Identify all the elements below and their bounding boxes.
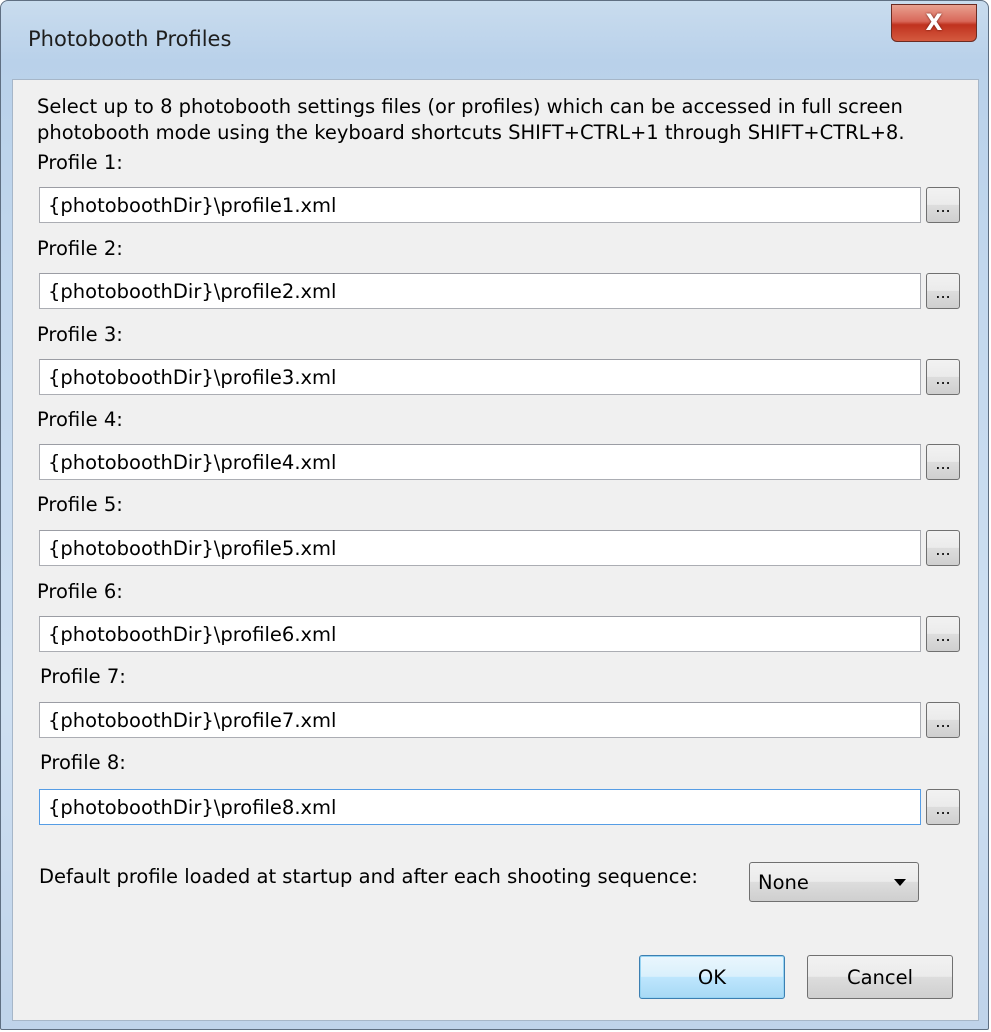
default-profile-selected-value: None (758, 871, 809, 894)
chevron-down-icon (894, 879, 906, 886)
close-button[interactable]: X (891, 4, 977, 42)
profile-2-label: Profile 2: (37, 237, 123, 260)
profile-1-label: Profile 1: (37, 151, 123, 174)
profile-6-path-input[interactable] (39, 616, 921, 652)
close-icon: X (925, 10, 943, 36)
profile-2-path-input[interactable] (39, 273, 921, 309)
profile-5-label: Profile 5: (37, 493, 123, 516)
profile-3-browse-button[interactable]: ... (926, 359, 960, 395)
profile-3-path-input[interactable] (39, 359, 921, 395)
ok-button[interactable]: OK (639, 955, 785, 999)
profile-4-label: Profile 4: (37, 408, 123, 431)
profile-7-path-input[interactable] (39, 702, 921, 738)
instructions-text: Select up to 8 photobooth settings files… (37, 95, 905, 144)
profile-5-path-input[interactable] (39, 530, 921, 566)
profile-7-browse-button[interactable]: ... (926, 702, 960, 738)
profile-7-label: Profile 7: (40, 665, 126, 688)
profile-8-browse-button[interactable]: ... (926, 789, 960, 825)
profile-4-path-input[interactable] (39, 444, 921, 480)
profile-6-label: Profile 6: (37, 580, 123, 603)
cancel-button[interactable]: Cancel (807, 955, 953, 999)
default-profile-label: Default profile loaded at startup and af… (39, 865, 698, 888)
profile-6-browse-button[interactable]: ... (926, 616, 960, 652)
profile-5-browse-button[interactable]: ... (926, 530, 960, 566)
profile-8-label: Profile 8: (40, 751, 126, 774)
photobooth-profiles-dialog: Photobooth Profiles X Select up to 8 pho… (0, 0, 989, 1030)
title-bar[interactable]: Photobooth Profiles X (1, 1, 988, 79)
dialog-body: Select up to 8 photobooth settings files… (12, 79, 979, 1021)
profile-3-label: Profile 3: (37, 323, 123, 346)
profile-2-browse-button[interactable]: ... (926, 273, 960, 309)
profile-4-browse-button[interactable]: ... (926, 444, 960, 480)
profile-8-path-input[interactable] (39, 789, 921, 825)
window-title: Photobooth Profiles (28, 27, 232, 51)
profile-1-path-input[interactable] (39, 187, 921, 223)
default-profile-dropdown[interactable]: None (749, 862, 919, 902)
profile-1-browse-button[interactable]: ... (926, 187, 960, 223)
